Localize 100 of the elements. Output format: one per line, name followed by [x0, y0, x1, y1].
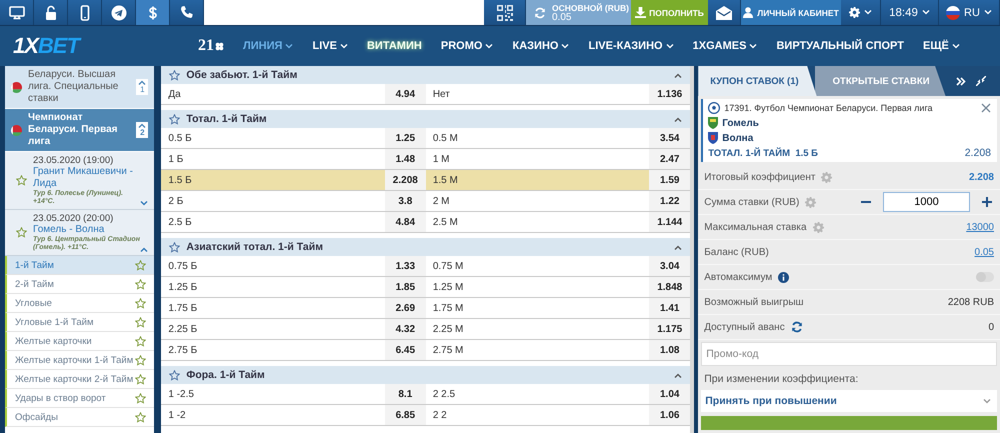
qr-code-button[interactable] — [484, 0, 526, 25]
odds-button[interactable]: 1.25 — [384, 128, 426, 148]
favorite-star-icon[interactable] — [135, 392, 146, 404]
close-icon[interactable] — [981, 103, 991, 113]
info-icon[interactable] — [778, 272, 790, 282]
match-teams[interactable]: Гомель - Волна — [33, 224, 140, 236]
market-header[interactable]: Азиатский тотал. 1-й Тайм — [161, 238, 690, 256]
outcome-label[interactable]: 1.5 М — [426, 170, 650, 190]
odds-button[interactable]: 4.84 — [384, 212, 426, 232]
odds-button[interactable]: 1.48 — [384, 149, 426, 169]
market-header[interactable]: Тотал. 1-й Тайм — [161, 110, 690, 128]
favorite-star-icon[interactable] — [169, 370, 180, 380]
odds-button[interactable]: 3.04 — [649, 256, 690, 276]
coupon-tab[interactable]: КУПОН СТАВОК (1) — [698, 66, 817, 96]
blackjack-link[interactable]: 21 — [198, 37, 224, 55]
favorite-star-icon[interactable] — [135, 412, 146, 422]
nav-menu-item[interactable]: ЛИНИЯ — [243, 40, 294, 52]
market-menu-item[interactable]: Желтые карточки 1-й Тайм — [5, 351, 154, 370]
league-count[interactable]: 2 — [136, 122, 148, 138]
nav-menu-item[interactable]: КАЗИНО — [512, 40, 570, 52]
value-link[interactable]: 0.05 — [974, 246, 994, 258]
logo[interactable]: 1XBET — [13, 33, 188, 59]
favorite-star-icon[interactable] — [169, 70, 180, 80]
favorite-star-icon[interactable] — [169, 114, 180, 124]
odds-button[interactable]: 2.208 — [384, 170, 426, 190]
toolbar-button[interactable] — [34, 0, 68, 25]
balance-amount: 0.05 — [552, 12, 572, 22]
odds-button[interactable]: 2.47 — [649, 149, 690, 169]
nav-menu-item[interactable]: LIVE-КАЗИНО — [588, 40, 674, 52]
toggle-switch[interactable] — [976, 272, 994, 282]
odds-button[interactable]: 1.144 — [649, 212, 690, 232]
favorite-star-icon[interactable] — [169, 242, 180, 252]
odds-button[interactable]: 1.41 — [649, 298, 690, 318]
refresh-icon[interactable] — [790, 321, 803, 333]
outcome-label[interactable]: 1.5 Б — [161, 170, 385, 190]
odds-button[interactable]: 4.32 — [384, 319, 426, 339]
market-header[interactable]: Фора. 1-й Тайм — [161, 366, 690, 384]
odds-button[interactable]: 1.08 — [649, 340, 690, 360]
odds-button[interactable]: 2.69 — [384, 298, 426, 318]
market-menu-item[interactable]: Офсайды — [5, 408, 154, 427]
favorite-star-icon[interactable] — [135, 278, 146, 290]
time-button[interactable]: 18:49 — [881, 0, 939, 25]
account-button[interactable]: ЛИЧНЫЙ КАБИНЕТ — [741, 0, 841, 25]
odds-button[interactable]: 1.33 — [384, 256, 426, 276]
favorite-star-icon[interactable] — [135, 354, 146, 366]
odds-button[interactable]: 1.06 — [649, 405, 690, 425]
league-item[interactable]: Чемпионат Беларуси. Первая лига 2 — [5, 109, 154, 152]
odds-button[interactable]: 1.59 — [649, 170, 690, 190]
odds-button[interactable]: 1.04 — [649, 384, 690, 404]
favorite-star-icon[interactable] — [135, 336, 146, 346]
odds-button[interactable]: 8.1 — [384, 384, 426, 404]
mail-button[interactable] — [708, 0, 741, 25]
odds-button[interactable]: 3.54 — [649, 128, 690, 148]
market-menu-item[interactable]: 1-й Тайм — [5, 256, 154, 275]
favorite-star-icon[interactable] — [135, 260, 146, 270]
market-menu-item[interactable]: Желтые карточки 2-й Тайм — [5, 370, 154, 389]
odds-button[interactable]: 1.85 — [384, 277, 426, 297]
odds-button[interactable]: 1.175 — [649, 319, 690, 339]
odds-button[interactable]: 4.94 — [384, 84, 426, 104]
match-teams[interactable]: Гранит Микашевичи - Лида — [33, 166, 140, 190]
settings-button[interactable] — [841, 0, 881, 25]
favorite-star-icon[interactable] — [135, 298, 146, 308]
toolbar-button[interactable] — [0, 0, 34, 25]
odds-button[interactable]: 1.136 — [649, 84, 690, 104]
nav-menu-item[interactable]: ЕЩЁ — [923, 40, 960, 52]
nav-menu-item[interactable]: 1XGAMES — [692, 40, 758, 52]
nav-menu-item[interactable]: LIVE — [312, 40, 348, 52]
value-link[interactable]: 13000 — [966, 222, 994, 232]
toolbar-button[interactable] — [102, 0, 136, 25]
favorite-star-icon[interactable] — [135, 374, 146, 384]
toolbar-button[interactable] — [170, 0, 204, 25]
toolbar-button[interactable] — [68, 0, 102, 25]
nav-menu-item[interactable]: PROMO — [440, 40, 494, 52]
odds-button[interactable]: 3.8 — [384, 191, 426, 211]
favorite-star-icon[interactable] — [16, 227, 27, 238]
settings-icon[interactable] — [849, 7, 860, 18]
market-menu-item[interactable]: Угловые 1-й Тайм — [5, 313, 154, 332]
language-button[interactable]: RU — [939, 0, 1000, 25]
collapse-arrows-icon[interactable] — [976, 76, 986, 86]
odds-button[interactable]: 6.85 — [384, 405, 426, 425]
market-menu-item[interactable]: 2-й Тайм — [5, 275, 154, 294]
toolbar-button[interactable] — [136, 0, 170, 25]
nav-menu-item[interactable]: ВИТАМИН — [366, 40, 422, 52]
nav-menu-item[interactable]: ВИРТУАЛЬНЫЙ СПОРТ — [776, 40, 904, 52]
card-suit-icon — [215, 42, 224, 50]
favorite-star-icon[interactable] — [16, 175, 27, 186]
market-menu-item[interactable]: Угловые — [5, 294, 154, 313]
odds-button[interactable]: 1.22 — [649, 191, 690, 211]
odds-button[interactable]: 1.848 — [649, 277, 690, 297]
stake-input[interactable]: 1000 — [883, 192, 970, 212]
promo-code-field[interactable]: Промо-код — [701, 342, 997, 366]
market-header[interactable]: Обе забьют. 1-й Тайм — [161, 66, 690, 84]
league-count[interactable]: 1 — [136, 79, 148, 95]
market-menu-item[interactable]: Желтые карточки — [5, 332, 154, 351]
favorite-star-icon[interactable] — [135, 316, 146, 328]
odds-button[interactable]: 6.45 — [384, 340, 426, 360]
double-chevron-icon[interactable] — [956, 76, 966, 86]
market-menu-item[interactable]: Удары в створ ворот — [5, 389, 154, 408]
odds-change-dropdown[interactable]: Принять при повышении — [701, 390, 997, 412]
league-item[interactable]: Беларуси. Высшая лига. Специальные ставки 1 — [5, 66, 154, 109]
